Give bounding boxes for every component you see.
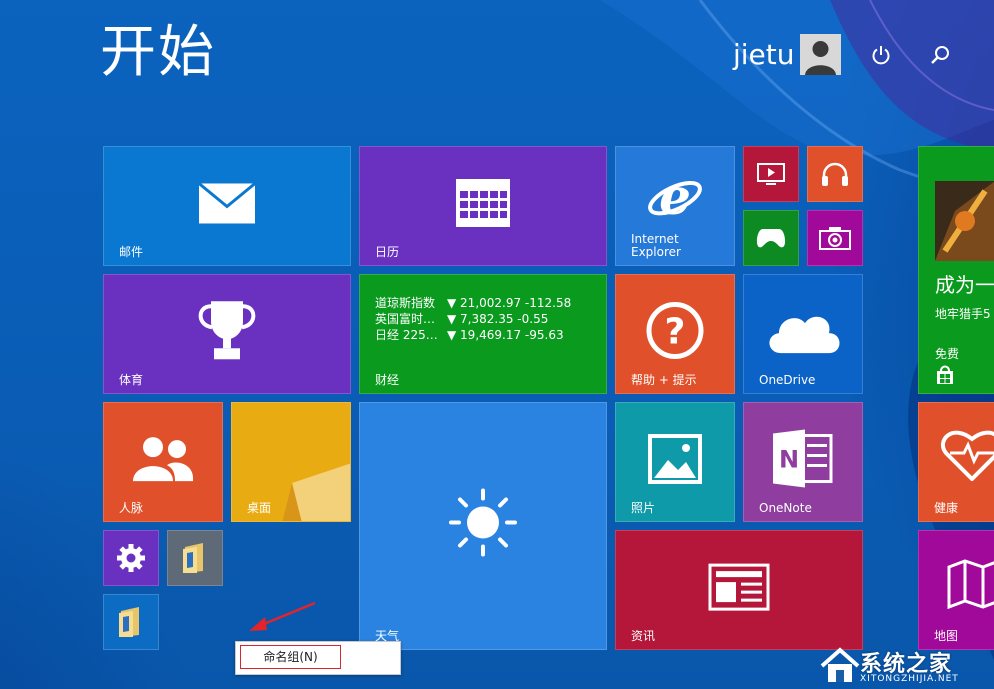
tile-label: 日历 bbox=[375, 245, 400, 259]
tile-label: 财经 bbox=[375, 373, 400, 387]
tile-store-game[interactable]: 成为一 地牢猎手5 免费 bbox=[918, 146, 994, 394]
game-title: 成为一 bbox=[935, 273, 994, 297]
tile-label: 桌面 bbox=[247, 501, 272, 515]
help-icon: ? bbox=[646, 302, 704, 360]
folder-icon bbox=[181, 541, 209, 575]
people-icon bbox=[131, 435, 195, 483]
svg-text:e: e bbox=[659, 170, 691, 226]
context-menu: 命名组(N) bbox=[235, 641, 401, 675]
photo-icon bbox=[648, 434, 702, 484]
tile-photos[interactable]: 照片 bbox=[615, 402, 735, 522]
power-button[interactable] bbox=[866, 40, 896, 70]
tile-label: 帮助 + 提示 bbox=[631, 373, 697, 387]
tile-calendar[interactable]: 日历 bbox=[359, 146, 607, 266]
tile-desktop[interactable]: 桌面 bbox=[231, 402, 351, 522]
news-icon bbox=[708, 563, 770, 611]
tile-games[interactable] bbox=[743, 210, 799, 266]
calendar-icon bbox=[455, 178, 511, 228]
page-title: 开始 bbox=[100, 20, 216, 85]
finance-quotes: 道琼斯指数 ▼ 21,002.97 -112.58 英国富时… ▼ 7,382.35… bbox=[375, 295, 571, 343]
video-icon bbox=[757, 163, 785, 185]
tile-maps[interactable]: 地图 bbox=[918, 530, 994, 650]
headphones-icon bbox=[820, 160, 850, 188]
cloud-icon bbox=[763, 307, 843, 355]
game-subtitle: 地牢猎手5 bbox=[935, 307, 991, 321]
watermark: 系统之家 XITONGZHIJIA.NET bbox=[818, 646, 994, 689]
sun-icon bbox=[448, 488, 518, 558]
tile-pc-settings[interactable] bbox=[103, 530, 159, 586]
rename-group-menu-item[interactable]: 命名组(N) bbox=[240, 645, 341, 669]
tile-label: OneDrive bbox=[759, 373, 816, 387]
tile-weather[interactable]: 天气 bbox=[359, 402, 607, 650]
svg-text:?: ? bbox=[665, 312, 686, 353]
tile-internet-explorer[interactable]: e Internet Explorer bbox=[615, 146, 735, 266]
camera-icon bbox=[819, 226, 851, 250]
house-logo-icon bbox=[820, 647, 860, 682]
tile-help-tips[interactable]: ? 帮助 + 提示 bbox=[615, 274, 735, 394]
game-thumbnail bbox=[935, 181, 994, 261]
trophy-icon bbox=[194, 299, 260, 361]
tile-label: 照片 bbox=[631, 501, 656, 515]
start-screen: 开始 jietu 邮件 日历 e Internet Explorer 体育 道琼… bbox=[0, 0, 994, 689]
avatar[interactable] bbox=[800, 34, 841, 75]
search-button[interactable] bbox=[925, 40, 955, 70]
tile-label: Internet Explorer bbox=[631, 232, 681, 259]
tile-label: 健康 bbox=[934, 501, 959, 515]
tile-file-explorer[interactable] bbox=[167, 530, 223, 586]
quote-row: 日经 225… ▼ 19,469.17 -95.63 bbox=[375, 328, 564, 342]
tile-file-explorer-new-group[interactable] bbox=[103, 594, 159, 650]
tile-onedrive[interactable]: OneDrive bbox=[743, 274, 863, 394]
store-icon bbox=[937, 365, 953, 384]
tile-label: OneNote bbox=[759, 501, 812, 515]
tile-video[interactable] bbox=[743, 146, 799, 202]
tile-mail[interactable]: 邮件 bbox=[103, 146, 351, 266]
watermark-url: XITONGZHIJIA.NET bbox=[860, 674, 959, 684]
tile-onenote[interactable]: N OneNote bbox=[743, 402, 863, 522]
user-avatar-icon bbox=[800, 34, 841, 75]
tile-label: 资讯 bbox=[631, 629, 656, 643]
tile-news[interactable]: 资讯 bbox=[615, 530, 863, 650]
folder-icon bbox=[117, 605, 145, 639]
quote-row: 英国富时… ▼ 7,382.35 -0.55 bbox=[375, 312, 549, 326]
heart-icon bbox=[940, 430, 994, 481]
tile-people[interactable]: 人脉 bbox=[103, 402, 223, 522]
tile-camera[interactable] bbox=[807, 210, 863, 266]
tile-music[interactable] bbox=[807, 146, 863, 202]
user-name[interactable]: jietu bbox=[733, 38, 795, 72]
svg-text:N: N bbox=[779, 446, 799, 474]
tile-sports[interactable]: 体育 bbox=[103, 274, 351, 394]
game-controller-icon bbox=[755, 227, 787, 249]
tile-finance[interactable]: 道琼斯指数 ▼ 21,002.97 -112.58 英国富时… ▼ 7,382.35… bbox=[359, 274, 607, 394]
search-icon bbox=[931, 46, 949, 64]
quote-row: 道琼斯指数 ▼ 21,002.97 -112.58 bbox=[375, 296, 572, 310]
tile-label: 邮件 bbox=[119, 245, 144, 259]
mail-icon bbox=[198, 182, 256, 224]
tile-label: 地图 bbox=[934, 629, 959, 643]
map-icon bbox=[947, 559, 994, 609]
tile-health[interactable]: 健康 bbox=[918, 402, 994, 522]
internet-explorer-icon: e bbox=[646, 170, 704, 226]
annotation-arrow bbox=[249, 601, 316, 631]
tile-label: 人脉 bbox=[119, 501, 144, 515]
tile-label: 体育 bbox=[119, 373, 144, 387]
gear-icon bbox=[116, 543, 146, 573]
game-price: 免费 bbox=[935, 347, 960, 361]
onenote-icon: N bbox=[771, 429, 835, 488]
power-icon bbox=[872, 46, 890, 65]
